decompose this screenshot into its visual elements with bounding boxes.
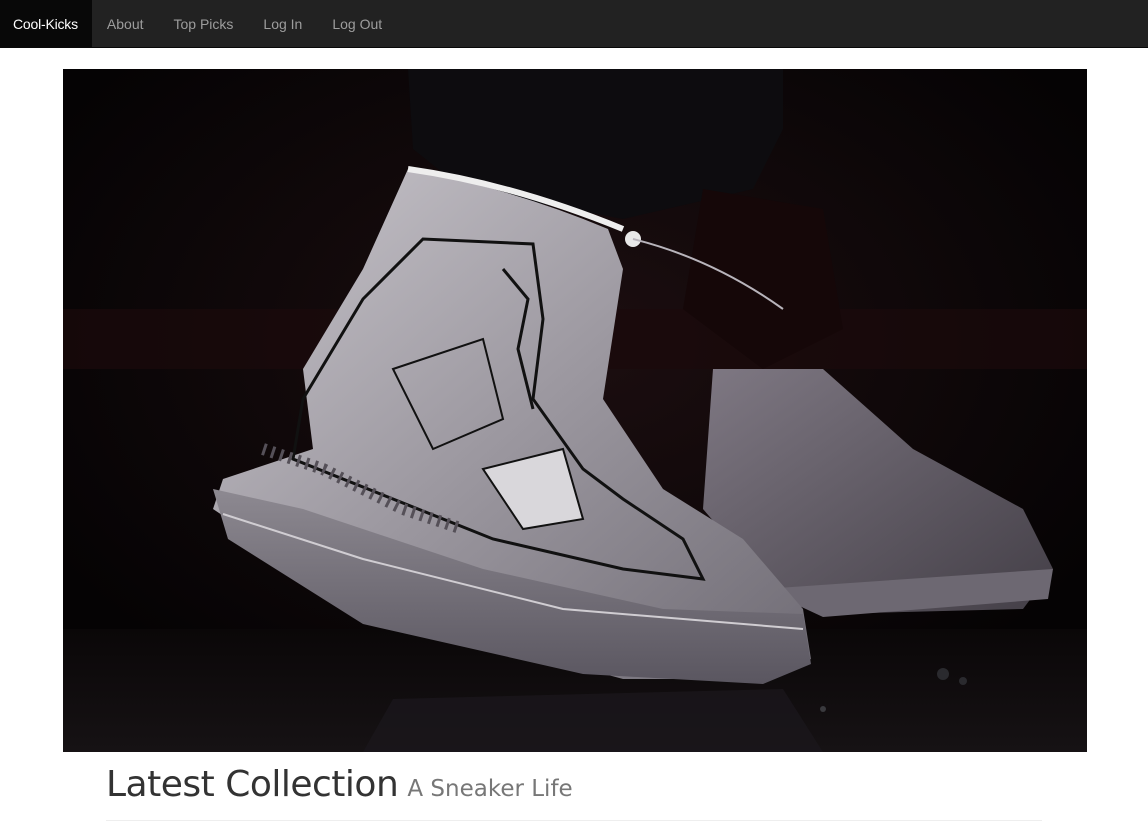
hero-image — [63, 69, 1087, 752]
heading-divider — [106, 820, 1042, 821]
page-heading: Latest Collection A Sneaker Life — [106, 764, 573, 805]
top-navbar: Cool-Kicks About Top Picks Log In Log Ou… — [0, 0, 1148, 48]
nav-link-log-out[interactable]: Log Out — [317, 0, 397, 47]
page-title: Latest Collection — [106, 764, 399, 805]
page-subtitle: A Sneaker Life — [407, 776, 573, 802]
nav-link-about[interactable]: About — [92, 0, 159, 47]
sneaker-photo-graphic — [63, 69, 1087, 752]
brand-link[interactable]: Cool-Kicks — [0, 0, 92, 47]
nav-link-log-in[interactable]: Log In — [248, 0, 317, 47]
nav-link-top-picks[interactable]: Top Picks — [159, 0, 249, 47]
